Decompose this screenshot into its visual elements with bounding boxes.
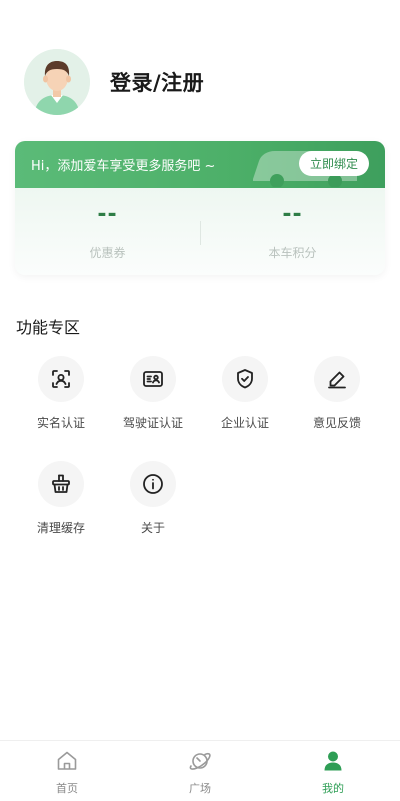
avatar-face-icon [24,49,90,115]
banner-text: Hi，添加爱车享受更多服务吧 ~ [31,159,216,174]
fn-realname[interactable]: 实名认证 [15,356,107,431]
info-icon [130,461,176,507]
planet-icon [189,752,211,770]
license-card-icon [130,356,176,402]
profile-header[interactable]: 登录/注册 [24,49,204,115]
face-scan-icon [38,356,84,402]
fn-label: 实名认证 [36,416,85,430]
fn-enterprise[interactable]: 企业认证 [199,356,291,431]
avatar[interactable] [24,49,90,115]
login-register-link[interactable]: 登录/注册 [110,67,204,97]
coupon-label: 优惠券 [89,246,126,260]
fn-label: 意见反馈 [312,416,361,430]
fn-about[interactable]: 关于 [107,461,199,536]
fn-license[interactable]: 驾驶证认证 [107,356,199,431]
home-icon [57,751,77,770]
points-value: -- [282,202,303,227]
edit-pen-icon [314,356,360,402]
fn-label: 驾驶证认证 [122,416,183,430]
points-stat[interactable]: -- 本车积分 [200,188,385,275]
basket-icon [38,461,84,507]
shield-check-icon [222,356,268,402]
section-title: 功能专区 [16,318,81,337]
user-icon [324,751,342,771]
card-banner: Hi，添加爱车享受更多服务吧 ~ 立即绑定 [15,141,385,188]
coupon-value: -- [97,202,118,227]
fn-clear-cache[interactable]: 清理缓存 [15,461,107,536]
coupon-stat[interactable]: -- 优惠券 [15,188,200,275]
tab-mine[interactable]: 我的 [283,741,383,801]
bottom-tab-bar: 首页 广场 我的 [0,740,400,801]
fn-label: 清理缓存 [36,521,85,535]
tab-label: 首页 [56,782,78,795]
tab-label: 我的 [322,782,344,795]
tab-square[interactable]: 广场 [150,741,250,801]
vehicle-card: Hi，添加爱车享受更多服务吧 ~ 立即绑定 -- 优惠券 -- 本车积分 [15,141,385,275]
card-stats: -- 优惠券 -- 本车积分 [15,188,385,275]
fn-feedback[interactable]: 意见反馈 [291,356,383,431]
tab-label: 广场 [189,782,211,795]
points-label: 本车积分 [268,246,317,260]
tab-home[interactable]: 首页 [17,741,117,801]
fn-label: 关于 [140,521,165,535]
fn-label: 企业认证 [220,416,269,430]
bind-now-button[interactable]: 立即绑定 [299,151,369,176]
